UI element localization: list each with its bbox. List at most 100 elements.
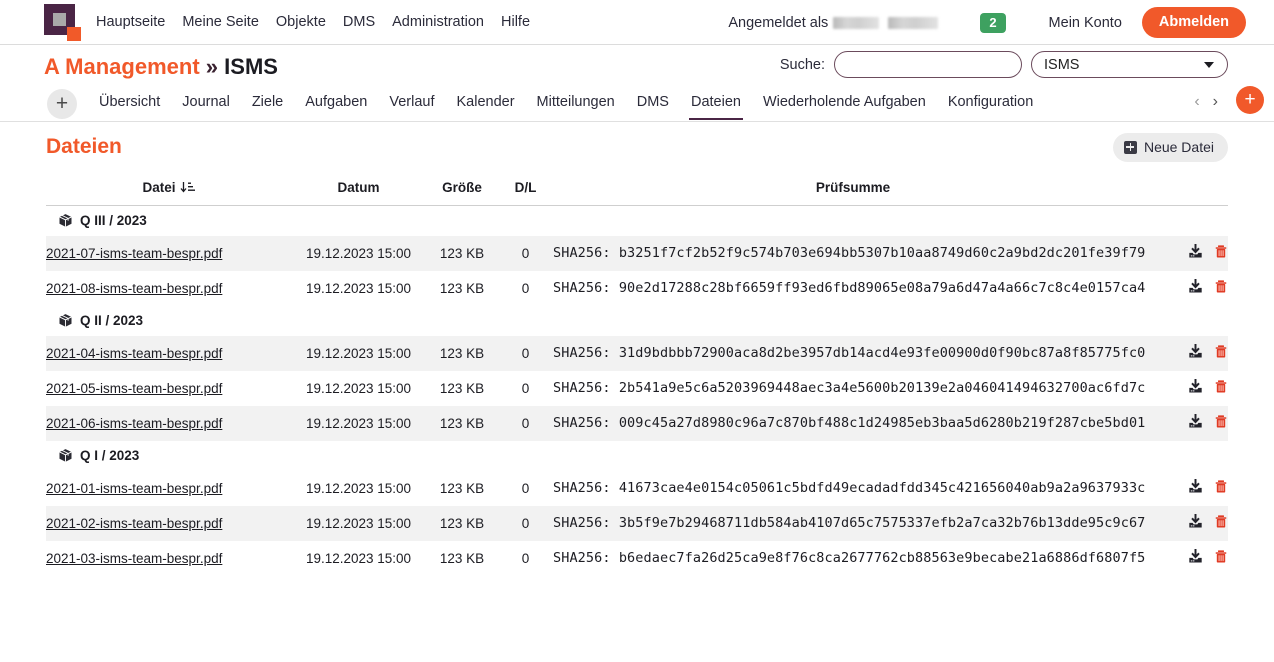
delete-icon[interactable] [1214, 549, 1228, 567]
nav-item-administration[interactable]: Administration [392, 15, 484, 30]
new-file-button[interactable]: Neue Datei [1113, 133, 1228, 162]
delete-icon[interactable] [1214, 514, 1228, 532]
delete-icon[interactable] [1214, 344, 1228, 362]
folder-cube-icon [58, 448, 73, 463]
tab-kalender[interactable]: Kalender [446, 89, 526, 120]
notification-badge[interactable]: 2 [980, 13, 1005, 33]
page-title: Dateien [46, 136, 122, 157]
tab-mitteilungen[interactable]: Mitteilungen [526, 89, 626, 120]
my-account-link[interactable]: Mein Konto [1049, 15, 1122, 31]
cell-checksum: SHA256: 009c45a27d8980c96a7c870bf488c1d2… [553, 406, 1153, 441]
top-bar-right: Angemeldet als 2 Mein Konto Abmelden [728, 0, 1274, 45]
chevron-left-icon[interactable]: ‹ [1194, 94, 1199, 110]
delete-icon[interactable] [1214, 279, 1228, 297]
column-header-datei[interactable]: Datei [46, 172, 291, 206]
checksum-label: SHA256: [553, 245, 619, 261]
cell-download-count: 0 [498, 506, 553, 541]
files-table-header: Datei Datum Größe D/L Prüfsumme [46, 172, 1228, 206]
add-tab-button[interactable]: + [47, 89, 77, 119]
breadcrumb-org[interactable]: A Management [44, 54, 200, 79]
tab-bar: + Übersicht Journal Ziele Aufgaben Verla… [0, 89, 1274, 122]
search-input[interactable] [834, 51, 1022, 78]
table-row: 2021-04-isms-team-bespr.pdf19.12.2023 15… [46, 336, 1228, 371]
app-logo[interactable] [44, 4, 84, 44]
tab-aufgaben[interactable]: Aufgaben [294, 89, 378, 120]
search-scope-select[interactable]: ISMS [1031, 51, 1228, 78]
checksum-value: 2b541a9e5c6a5203969448aec3a4e5600b20139e… [619, 380, 1146, 396]
delete-icon[interactable] [1214, 379, 1228, 397]
nav-item-hauptseite[interactable]: Hauptseite [96, 15, 165, 30]
cell-file: 2021-05-isms-team-bespr.pdf [46, 371, 291, 406]
tab-dateien[interactable]: Dateien [680, 89, 752, 120]
sort-descending-icon[interactable] [180, 181, 195, 195]
table-row: 2021-03-isms-team-bespr.pdf19.12.2023 15… [46, 541, 1228, 576]
download-icon[interactable] [1188, 514, 1203, 532]
add-object-button[interactable]: + [1236, 86, 1264, 114]
file-link[interactable]: 2021-04-isms-team-bespr.pdf [46, 346, 222, 361]
logout-button[interactable]: Abmelden [1142, 7, 1246, 39]
download-icon[interactable] [1188, 379, 1203, 397]
download-icon[interactable] [1188, 244, 1203, 262]
tab-journal[interactable]: Journal [171, 89, 241, 120]
file-link[interactable]: 2021-05-isms-team-bespr.pdf [46, 381, 222, 396]
checksum-label: SHA256: [553, 480, 619, 496]
file-link[interactable]: 2021-07-isms-team-bespr.pdf [46, 246, 222, 261]
cell-size: 123 KB [426, 406, 498, 441]
column-header-datei-label: Datei [142, 180, 175, 195]
column-header-pruefsumme[interactable]: Prüfsumme [553, 172, 1153, 206]
column-header-datum[interactable]: Datum [291, 172, 426, 206]
tab-wiederholende-aufgaben[interactable]: Wiederholende Aufgaben [752, 89, 937, 120]
tab-list: Übersicht Journal Ziele Aufgaben Verlauf… [88, 89, 1044, 122]
file-link[interactable]: 2021-02-isms-team-bespr.pdf [46, 516, 222, 531]
file-link[interactable]: 2021-08-isms-team-bespr.pdf [46, 281, 222, 296]
cell-size: 123 KB [426, 271, 498, 306]
breadcrumb-separator: » [206, 54, 218, 79]
file-link[interactable]: 2021-03-isms-team-bespr.pdf [46, 551, 222, 566]
tab-ziele[interactable]: Ziele [241, 89, 294, 120]
group-label: Q III / 2023 [80, 213, 147, 228]
checksum-value: b3251f7cf2b52f9c574b703e694bb5307b10aa87… [619, 245, 1146, 261]
nav-item-objekte[interactable]: Objekte [276, 15, 326, 30]
cell-download-count: 0 [498, 236, 553, 271]
chevron-right-icon[interactable]: › [1213, 94, 1218, 110]
breadcrumb: A Management » ISMS [44, 56, 278, 78]
group-header-cell: Q II / 2023 [46, 306, 1228, 336]
cell-date: 19.12.2023 15:00 [291, 271, 426, 306]
download-icon[interactable] [1188, 549, 1203, 567]
nav-item-dms[interactable]: DMS [343, 15, 375, 30]
tab-dms[interactable]: DMS [626, 89, 680, 120]
download-icon[interactable] [1188, 479, 1203, 497]
tab-verlauf[interactable]: Verlauf [378, 89, 445, 120]
download-icon[interactable] [1188, 344, 1203, 362]
cell-file: 2021-06-isms-team-bespr.pdf [46, 406, 291, 441]
main-navigation: Hauptseite Meine Seite Objekte DMS Admin… [96, 0, 530, 45]
group-label: Q I / 2023 [80, 448, 139, 463]
delete-icon[interactable] [1214, 479, 1228, 497]
delete-icon[interactable] [1214, 244, 1228, 262]
checksum-label: SHA256: [553, 515, 619, 531]
delete-icon[interactable] [1214, 414, 1228, 432]
group-header-row: Q II / 2023 [46, 306, 1228, 336]
nav-item-meine-seite[interactable]: Meine Seite [182, 15, 259, 30]
tab-konfiguration[interactable]: Konfiguration [937, 89, 1044, 120]
cell-size: 123 KB [426, 471, 498, 506]
file-link[interactable]: 2021-01-isms-team-bespr.pdf [46, 481, 222, 496]
download-icon[interactable] [1188, 279, 1203, 297]
cell-download-count: 0 [498, 541, 553, 576]
checksum-label: SHA256: [553, 415, 619, 431]
cell-checksum: SHA256: 31d9bdbbb72900aca8d2be3957db14ac… [553, 336, 1153, 371]
column-header-groesse[interactable]: Größe [426, 172, 498, 206]
cell-actions [1153, 471, 1228, 506]
column-header-dl[interactable]: D/L [498, 172, 553, 206]
nav-item-hilfe[interactable]: Hilfe [501, 15, 530, 30]
files-table: Datei Datum Größe D/L Prüfsumme Q III [46, 172, 1228, 576]
tab-uebersicht[interactable]: Übersicht [88, 89, 171, 120]
table-row: 2021-08-isms-team-bespr.pdf 19.12.2023 15… [46, 271, 1228, 306]
checksum-value: 41673cae4e0154c05061c5bdfd49ecadadfdd345… [619, 480, 1146, 496]
cell-date: 19.12.2023 15:00 [291, 506, 426, 541]
cell-size: 123 KB [426, 336, 498, 371]
file-link[interactable]: 2021-06-isms-team-bespr.pdf [46, 416, 222, 431]
group-header-row: Q III / 2023 [46, 206, 1228, 236]
download-icon[interactable] [1188, 414, 1203, 432]
table-row: 2021-05-isms-team-bespr.pdf19.12.2023 15… [46, 371, 1228, 406]
